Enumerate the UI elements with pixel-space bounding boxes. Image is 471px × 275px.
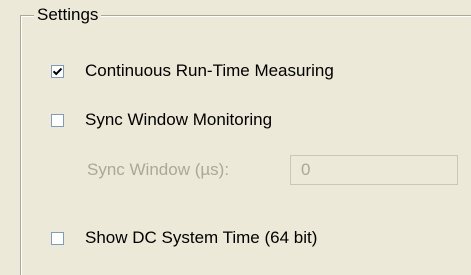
sync-window-input[interactable]	[290, 155, 458, 185]
show-dc-system-time-option[interactable]: Show DC System Time (64 bit)	[51, 228, 317, 248]
checkmark-icon	[52, 67, 63, 75]
sync-window-monitoring-option[interactable]: Sync Window Monitoring	[51, 110, 272, 130]
show-dc-system-time-checkbox[interactable]	[51, 231, 64, 245]
sync-window-monitoring-label[interactable]: Sync Window Monitoring	[85, 110, 272, 130]
show-dc-system-time-label[interactable]: Show DC System Time (64 bit)	[85, 228, 317, 248]
continuous-runtime-measuring-label[interactable]: Continuous Run-Time Measuring	[85, 61, 334, 81]
continuous-runtime-measuring-option[interactable]: Continuous Run-Time Measuring	[51, 61, 334, 81]
continuous-runtime-measuring-checkbox[interactable]	[51, 64, 64, 78]
sync-window-monitoring-checkbox[interactable]	[51, 113, 64, 127]
sync-window-label: Sync Window (µs):	[87, 160, 230, 179]
settings-group-title: Settings	[34, 5, 102, 25]
